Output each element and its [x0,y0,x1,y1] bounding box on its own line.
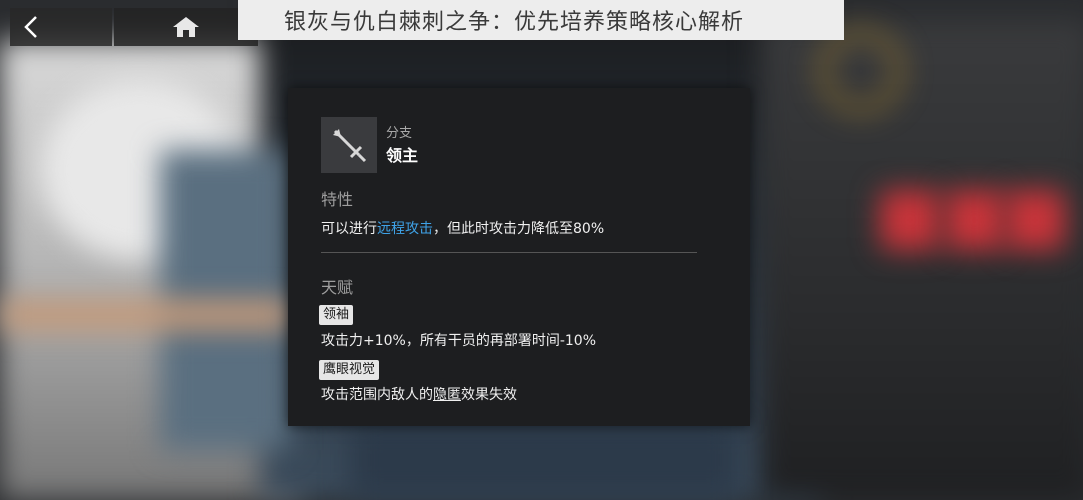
trait-text-highlight: 远程攻击 [377,221,433,237]
sword-icon [333,129,367,163]
branch-icon-box [321,117,377,173]
chevron-left-icon [24,16,37,38]
trait-text-before: 可以进行 [321,221,377,237]
branch-name: 领主 [386,146,419,165]
back-button[interactable] [10,8,112,46]
branch-info-panel: 分支 领主 特性 可以进行远程攻击，但此时攻击力降低至80% 天赋 领袖 攻击力… [288,88,750,426]
home-button[interactable] [114,8,258,46]
home-icon [173,17,199,37]
trait-text-after: ，但此时攻击力降低至80% [433,221,605,237]
talent-desc-underlined: 隐匿 [433,387,461,403]
talent-description: 攻击力+10%，所有干员的再部署时间-10% [321,333,597,349]
trait-description: 可以进行远程攻击，但此时攻击力降低至80% [321,218,604,238]
talent-desc-after: 效果失效 [461,387,517,403]
talent-desc-before: 攻击范围内敌人的 [321,387,433,403]
page-title: 银灰与仇白棘刺之争：优先培养策略核心解析 [284,10,745,35]
talent-heading: 天赋 [321,278,354,297]
branch-caption: 分支 [386,126,413,141]
trait-heading: 特性 [321,190,354,209]
talent-name-tag: 领袖 [319,305,354,325]
divider [321,252,697,253]
page-title-banner: 银灰与仇白棘刺之争：优先培养策略核心解析 [238,0,844,40]
talent-description: 攻击范围内敌人的隐匿效果失效 [321,384,517,404]
talent-name-tag: 鹰眼视觉 [319,360,380,380]
